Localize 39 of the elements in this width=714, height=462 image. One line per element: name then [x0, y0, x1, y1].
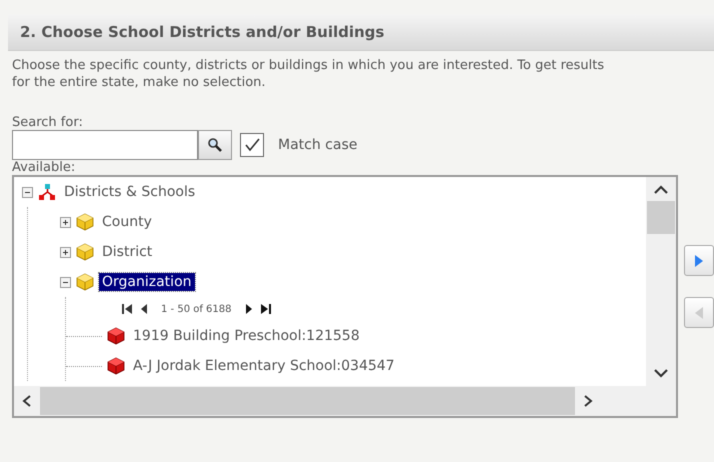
page-range: 1 - 50 of 6188: [161, 304, 232, 314]
add-button[interactable]: [684, 245, 714, 276]
tree-node[interactable]: 1919 Building Preschool:121558: [130, 327, 363, 345]
cube-icon: [76, 273, 94, 291]
search-button[interactable]: [198, 130, 232, 160]
collapse-icon[interactable]: [60, 276, 71, 288]
tree-node[interactable]: County: [99, 213, 155, 231]
cube-icon: [76, 243, 94, 261]
hierarchy-icon: [38, 183, 56, 201]
right-arrow-icon: [694, 254, 704, 268]
cube-icon: [76, 213, 94, 231]
collapse-icon[interactable]: [22, 186, 33, 198]
tree-node[interactable]: Districts & Schools: [61, 183, 198, 201]
tree-node[interactable]: Organization: [99, 273, 195, 291]
cube-icon: [107, 327, 125, 345]
match-case-label: Match case: [278, 137, 358, 153]
last-page-button[interactable]: [260, 303, 270, 315]
scrollbar-thumb[interactable]: [40, 387, 575, 415]
match-case-checkbox[interactable]: [240, 133, 264, 157]
scrollbar-thumb[interactable]: [647, 201, 675, 234]
expand-icon[interactable]: [60, 216, 71, 228]
cube-icon: [107, 357, 125, 375]
expand-icon[interactable]: [60, 246, 71, 258]
tree-node[interactable]: A-J Jordak Elementary School:034547: [130, 357, 398, 375]
scroll-right-icon[interactable]: [583, 395, 593, 407]
first-page-button[interactable]: [122, 303, 133, 315]
scroll-left-icon[interactable]: [22, 395, 32, 407]
previous-page-button[interactable]: [140, 303, 148, 315]
scroll-down-icon[interactable]: [654, 368, 668, 378]
tree-node[interactable]: District: [99, 243, 156, 261]
search-label: Search for:: [12, 115, 84, 130]
search-field[interactable]: [12, 130, 198, 160]
available-label: Available:: [12, 160, 76, 175]
search-icon: [207, 137, 223, 153]
next-page-button[interactable]: [244, 303, 252, 315]
section-description: Choose the specific county, districts or buildings in which you are interested. To get results for the entire state, make no selection.: [12, 57, 606, 91]
left-arrow-icon: [694, 306, 704, 320]
section-title: 2. Choose School Districts and/or Buildings: [20, 23, 384, 41]
scroll-up-icon[interactable]: [654, 185, 668, 195]
